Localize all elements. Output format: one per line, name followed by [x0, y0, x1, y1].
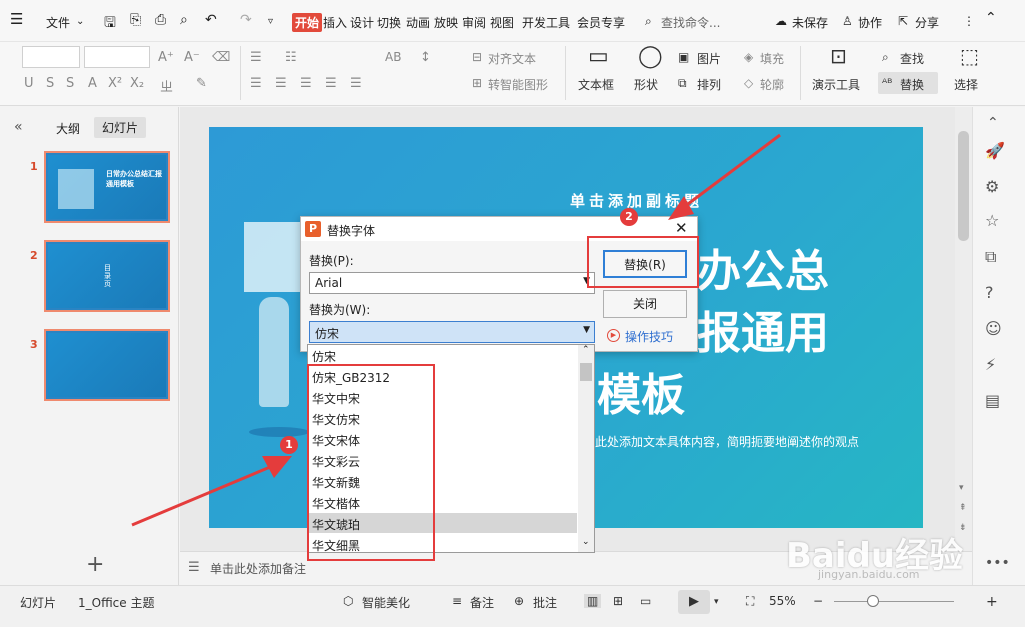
annotation-arrow-2 — [679, 133, 781, 212]
arrowhead-2 — [668, 196, 694, 220]
annotation-arrow-1 — [131, 460, 283, 527]
watermark-url: jingyan.baidu.com — [818, 568, 920, 581]
